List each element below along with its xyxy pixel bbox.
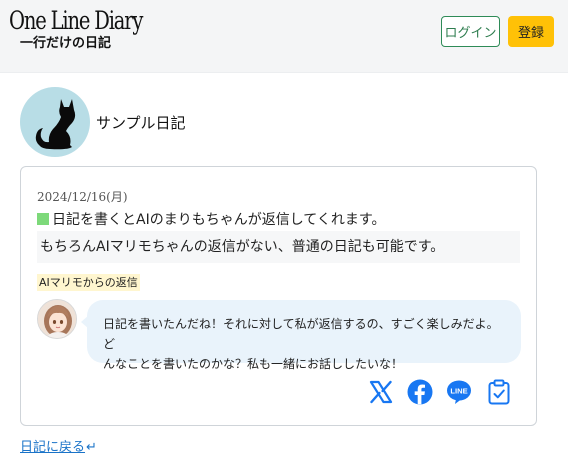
- site-header: One Line Diary 一行だけの日記 ログイン 登録: [0, 0, 568, 73]
- entry-text-line-2: もちろんAIマリモちゃんの返信がない、普通の日記も可能です。: [37, 231, 520, 263]
- copy-to-clipboard-button[interactable]: [485, 378, 513, 406]
- ai-reply-label: AIマリモからの返信: [37, 274, 140, 291]
- ai-marimo-avatar: [37, 299, 77, 339]
- black-cat-icon: [35, 99, 76, 150]
- ai-reply-line-2: んなことを書いたのかな？私も一緒にお話ししたいな！: [103, 357, 404, 371]
- diary-entry-card: 2024/12/16(月) 日記を書くとAIのまりもちゃんが返信してくれます。 …: [20, 166, 537, 426]
- ai-reply-bubble: 日記を書いたんだね！それに対して私が返信するの、すごく楽しみだよ。ど んなことを…: [87, 300, 521, 371]
- facebook-icon: [407, 379, 433, 405]
- share-line-button[interactable]: LINE: [445, 378, 473, 406]
- diary-avatar: [20, 87, 90, 157]
- site-logo[interactable]: One Line Diary 一行だけの日記: [9, 8, 180, 51]
- return-arrow-icon: ↵: [86, 440, 97, 455]
- logo-subtitle: 一行だけの日記: [20, 36, 112, 51]
- entry-text-1: 日記を書くとAIのまりもちゃんが返信してくれます。: [52, 212, 386, 228]
- register-button[interactable]: 登録: [508, 16, 554, 47]
- x-icon: [369, 380, 393, 404]
- share-x-button[interactable]: [367, 378, 395, 406]
- line-icon: LINE: [447, 380, 471, 404]
- entry-date: 2024/12/16(月): [37, 190, 128, 204]
- back-link-label: 日記に戻る: [20, 440, 86, 455]
- login-button[interactable]: ログイン: [441, 16, 500, 47]
- entry-text-line-1: 日記を書くとAIのまりもちゃんが返信してくれます。: [37, 209, 385, 229]
- green-square-icon: [37, 213, 49, 225]
- back-to-diary-link[interactable]: 日記に戻る↵: [20, 436, 97, 455]
- ai-reply-line-1: 日記を書いたんだね！それに対して私が返信するの、すごく楽しみだよ。ど: [103, 317, 499, 351]
- logo-title: One Line Diary: [9, 6, 143, 35]
- svg-text:LINE: LINE: [450, 387, 467, 396]
- anime-girl-icon: [38, 300, 76, 338]
- clipboard-icon: [488, 379, 510, 405]
- share-facebook-button[interactable]: [406, 378, 434, 406]
- diary-name: サンプル日記: [96, 114, 186, 132]
